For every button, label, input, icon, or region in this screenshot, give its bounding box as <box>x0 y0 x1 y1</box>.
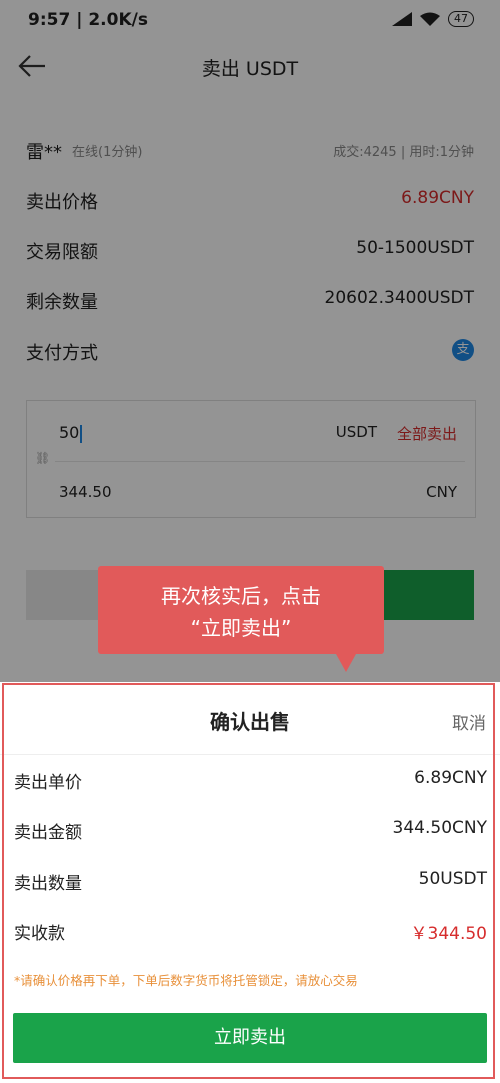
sell-quantity-label: 卖出数量 <box>14 874 82 894</box>
sell-amount-row: 卖出金额 344.50CNY <box>14 818 487 844</box>
sell-amount-value: 344.50CNY <box>392 818 487 838</box>
notice-text: *请确认价格再下单，下单后数字货币将托管锁定，请放心交易 <box>14 973 358 988</box>
tooltip-line-2: “立即卖出” <box>190 616 292 640</box>
receive-row: 实收款 ￥344.50 <box>14 919 487 945</box>
receive-label: 实收款 <box>14 924 65 944</box>
cancel-button[interactable]: 取消 <box>452 709 486 734</box>
unit-price-row: 卖出单价 6.89CNY <box>14 768 487 794</box>
sell-amount-label: 卖出金额 <box>14 823 82 843</box>
receive-value: ￥344.50 <box>410 924 487 944</box>
unit-price-label: 卖出单价 <box>14 773 82 793</box>
tooltip-pointer <box>336 654 356 672</box>
confirm-sheet: 确认出售 取消 卖出单价 6.89CNY 卖出金额 344.50CNY 卖出数量… <box>0 682 500 1083</box>
sheet-header: 确认出售 取消 <box>0 682 500 755</box>
sell-quantity-row: 卖出数量 50USDT <box>14 869 487 895</box>
sell-quantity-value: 50USDT <box>418 869 487 889</box>
unit-price-value: 6.89CNY <box>414 768 487 788</box>
confirm-sell-button[interactable]: 立即卖出 <box>13 1013 487 1063</box>
instruction-tooltip: 再次核实后，点击 “立即卖出” <box>98 566 384 654</box>
tooltip-line-1: 再次核实后，点击 <box>161 584 321 608</box>
sheet-title: 确认出售 <box>210 710 290 734</box>
